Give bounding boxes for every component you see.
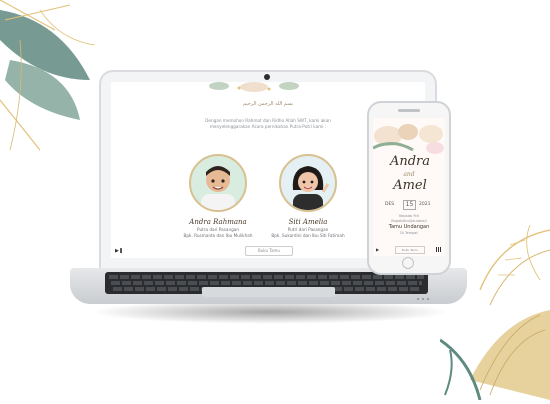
groom-name: Andra Rahmana <box>189 218 247 226</box>
bride-parents-line2: Bpk. Sukardini dan Ibu Siti Fatimah <box>271 233 345 238</box>
guestbook-button[interactable]: Buku Tamu <box>245 246 293 256</box>
bride-avatar <box>279 154 337 212</box>
phone-play-icon[interactable]: ▶ <box>376 247 379 252</box>
phone-qr-icon[interactable] <box>436 247 441 252</box>
guest-name: Tamu Undangan <box>388 224 430 230</box>
intro-text: Dengan memohon Rahmat dan Ridho Allah SW… <box>205 118 331 129</box>
date-year: 2021 <box>419 202 431 207</box>
guestbook-label: Buku Tamu <box>258 248 280 253</box>
phone-bride-name: Amel <box>393 178 427 193</box>
groom-avatar <box>189 154 247 212</box>
leaf-decoration-right <box>470 220 550 310</box>
guest-location: Di Tempat <box>400 231 418 235</box>
floral-bouquet-icon <box>373 124 444 154</box>
phone-and-word: and <box>403 171 415 178</box>
phone-screen: Andra and Amel DES 15 2021 Kepada Yth Ba… <box>373 118 445 256</box>
guest-subheading: Bapak/Ibu/Saudara/i <box>391 219 427 223</box>
date-day: 15 <box>403 200 416 210</box>
guest-heading: Kepada Yth <box>399 214 419 218</box>
date-month: DES <box>385 202 395 207</box>
phone-home-button[interactable] <box>402 257 414 269</box>
floral-header-icon <box>209 82 299 92</box>
play-icon[interactable]: ▶❚ <box>115 248 123 254</box>
camera-icon <box>264 74 270 80</box>
palm-leaf-decoration-bottom-right <box>439 300 550 401</box>
phone-groom-name: Andra <box>389 154 431 169</box>
phone-speaker <box>398 109 420 112</box>
bride-name: Siti Amelia <box>288 218 328 226</box>
date-row: DES 15 2021 <box>383 200 435 210</box>
leaf-decoration-top-left <box>0 0 110 160</box>
phone-guestbook-button[interactable]: Buku Tamu <box>395 246 425 254</box>
laptop-status-lights <box>417 298 431 300</box>
phone-guestbook-label: Buku Tamu <box>401 248 419 252</box>
trackpad <box>202 287 335 297</box>
arabic-greeting: بسم الله الرحمن الرحيم <box>242 101 294 107</box>
groom-parents-line2: Bpk. Rusmanto dan Ibu Mulikhah <box>183 233 253 238</box>
